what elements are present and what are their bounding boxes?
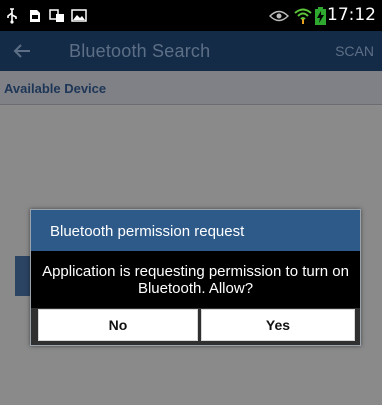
image-icon: [70, 0, 88, 31]
eye-icon: [268, 0, 290, 31]
wifi-icon: [294, 0, 312, 31]
back-arrow-icon[interactable]: [8, 31, 36, 71]
permission-dialog: Bluetooth permission request Application…: [30, 209, 361, 346]
scan-button[interactable]: SCAN: [335, 31, 374, 71]
usb-icon: [4, 0, 20, 31]
app-toolbar: Bluetooth Search SCAN: [0, 31, 382, 71]
dialog-message: Application is requesting permission to …: [42, 262, 349, 297]
background-button-edge: [15, 256, 30, 296]
no-button[interactable]: No: [38, 309, 198, 341]
sim-card-icon: [27, 0, 43, 31]
available-device-header: Available Device: [0, 71, 382, 105]
status-time: 17:12: [327, 5, 376, 25]
page-title: Bluetooth Search: [69, 41, 211, 61]
battery-charging-icon: [314, 0, 326, 31]
section-header-label: Available Device: [4, 81, 107, 96]
dialog-body: Application is requesting permission to …: [31, 251, 360, 308]
status-bar: 17:12: [0, 0, 382, 31]
dialog-header: Bluetooth permission request: [31, 210, 360, 251]
dialog-title: Bluetooth permission request: [50, 223, 245, 240]
yes-button[interactable]: Yes: [201, 309, 355, 341]
sync-icon: [48, 0, 66, 31]
